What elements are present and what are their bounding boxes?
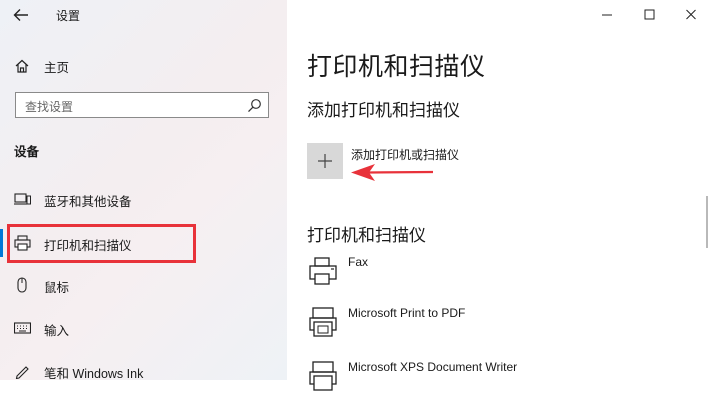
search-placeholder: 查找设置 — [25, 100, 74, 114]
title-bar: 设置 — [0, 0, 287, 30]
sidebar-item-label: 鼠标 — [44, 281, 70, 295]
mouse-icon — [17, 277, 27, 293]
device-name: Microsoft Print to PDF — [348, 306, 466, 320]
sidebar-item-pen[interactable]: 笔和 Windows Ink — [0, 358, 287, 380]
back-arrow-icon[interactable] — [11, 6, 31, 24]
scrollbar[interactable] — [706, 196, 708, 248]
settings-sidebar: 设置 主页 查找设置 设备 蓝牙和其他设备 打印机和扫描仪 鼠标 输入 笔和 W… — [0, 0, 287, 380]
list-section-title: 打印机和扫描仪 — [307, 226, 426, 245]
close-icon[interactable] — [680, 6, 702, 24]
pen-icon — [15, 366, 29, 379]
search-icon — [248, 99, 261, 113]
device-name: Microsoft XPS Document Writer — [348, 360, 518, 374]
page-title: 打印机和扫描仪 — [307, 53, 486, 81]
main-content: 打印机和扫描仪 添加打印机和扫描仪 添加打印机或扫描仪 打印机和扫描仪 Fax … — [287, 0, 710, 391]
sidebar-item-label: 蓝牙和其他设备 — [44, 195, 132, 209]
home-link[interactable]: 主页 — [14, 56, 69, 76]
section-title: 设备 — [14, 145, 40, 159]
highlight-annotation-box — [7, 224, 196, 263]
search-input[interactable]: 查找设置 — [15, 92, 269, 118]
red-arrow-annotation-icon — [351, 164, 434, 181]
device-print-to-pdf[interactable]: Microsoft Print to PDF — [307, 306, 697, 350]
maximize-icon[interactable] — [638, 6, 660, 24]
device-name: Fax — [348, 255, 369, 269]
sidebar-item-mouse[interactable]: 鼠标 — [0, 272, 287, 298]
add-section-title: 添加打印机和扫描仪 — [307, 101, 460, 120]
printer-icon — [309, 307, 337, 337]
sidebar-item-bluetooth[interactable]: 蓝牙和其他设备 — [0, 186, 287, 212]
add-printer-button[interactable] — [307, 143, 343, 179]
sidebar-item-label: 输入 — [44, 324, 70, 338]
printer-icon — [309, 361, 337, 391]
add-printer-label[interactable]: 添加打印机或扫描仪 — [351, 146, 459, 163]
sidebar-item-typing[interactable]: 输入 — [0, 315, 287, 341]
home-icon — [15, 59, 29, 73]
keyboard-icon — [14, 322, 31, 334]
device-xps-writer[interactable]: Microsoft XPS Document Writer — [307, 360, 697, 404]
fax-icon — [309, 257, 337, 285]
home-label: 主页 — [44, 60, 70, 75]
device-fax[interactable]: Fax — [307, 255, 697, 299]
app-title: 设置 — [56, 9, 81, 23]
plus-icon — [318, 154, 332, 168]
sidebar-item-label: 笔和 Windows Ink — [44, 367, 144, 380]
bluetooth-devices-icon — [14, 193, 31, 205]
minimize-icon[interactable] — [596, 6, 618, 24]
